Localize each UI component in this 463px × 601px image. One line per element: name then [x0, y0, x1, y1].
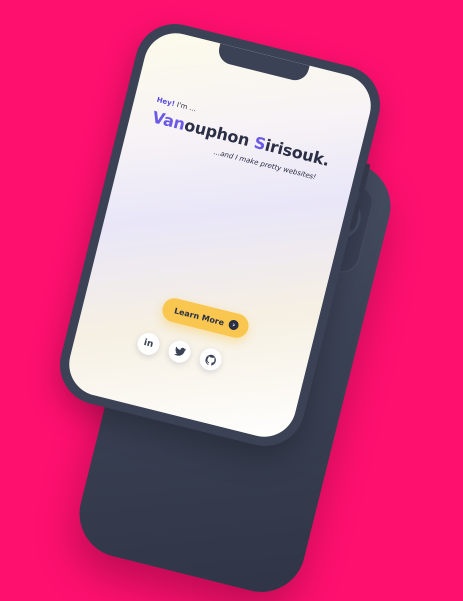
learn-more-button[interactable]: Learn More › — [159, 295, 252, 341]
greeting-rest: I'm ... — [173, 100, 197, 114]
github-icon[interactable] — [197, 346, 224, 373]
twitter-icon[interactable] — [166, 338, 193, 366]
linkedin-icon[interactable]: in — [135, 330, 162, 358]
arrow-right-icon: › — [227, 318, 240, 332]
social-links: in — [135, 330, 224, 373]
github-svg — [205, 354, 216, 365]
notch — [216, 43, 310, 84]
scene: Hey! I'm ... Vanouphon Sirisouk. ...and … — [0, 0, 463, 601]
hero: Hey! I'm ... Vanouphon Sirisouk. ...and … — [147, 96, 348, 187]
linkedin-glyph: in — [142, 337, 155, 350]
name-accent-van: Van — [150, 107, 188, 134]
twitter-svg — [173, 346, 186, 356]
learn-more-label: Learn More — [173, 305, 226, 327]
